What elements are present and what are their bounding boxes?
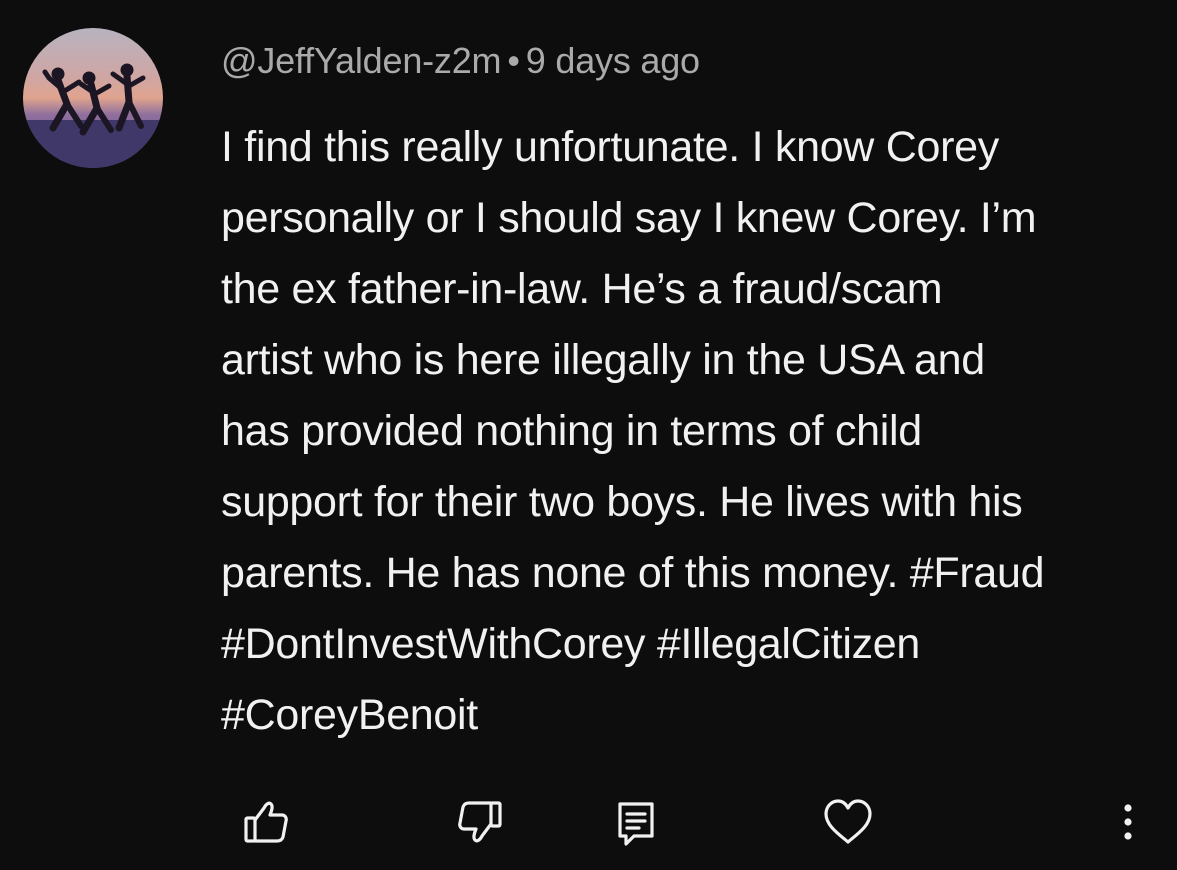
reply-comment-icon xyxy=(618,802,654,846)
comment-line: personally or I should say I knew Corey.… xyxy=(221,194,1037,242)
comment-line: artist who is here illegally in the USA … xyxy=(221,336,985,384)
comment-line: the ex father-in-law. He’s a fraud/scam xyxy=(221,265,943,313)
comment-line: support for their two boys. He lives wit… xyxy=(221,478,1023,526)
comment-line: #DontInvestWithCorey #IllegalCitizen xyxy=(221,620,921,668)
meta-separator: • xyxy=(507,40,520,81)
avatar-image xyxy=(23,28,163,168)
more-options-button[interactable] xyxy=(1098,790,1158,854)
avatar[interactable] xyxy=(23,28,163,168)
comment-line: #CoreyBenoit xyxy=(221,691,478,739)
timestamp[interactable]: 9 days ago xyxy=(526,40,700,81)
thumbs-up-icon xyxy=(244,801,288,843)
like-button[interactable] xyxy=(236,790,296,854)
comment-actions xyxy=(0,790,1177,854)
comment-card: @JeffYalden-z2m • 9 days ago I find this r… xyxy=(0,0,1177,870)
comment-line: parents. He has none of this money. #Fra… xyxy=(221,549,1045,597)
heart-button[interactable] xyxy=(818,790,878,854)
comment-meta: @JeffYalden-z2m • 9 days ago xyxy=(221,40,700,82)
dislike-button[interactable] xyxy=(450,790,510,854)
comment-line: has provided nothing in terms of child xyxy=(221,407,922,455)
heart-icon xyxy=(824,799,872,844)
comment-line: I find this really unfortunate. I know C… xyxy=(221,123,999,171)
more-vertical-icon xyxy=(1124,804,1132,840)
thumbs-down-icon xyxy=(458,801,502,843)
author-name[interactable]: @JeffYalden-z2m xyxy=(221,40,502,81)
comment-text: I find this really unfortunate. I know C… xyxy=(221,112,1171,751)
reply-button[interactable] xyxy=(606,790,666,854)
